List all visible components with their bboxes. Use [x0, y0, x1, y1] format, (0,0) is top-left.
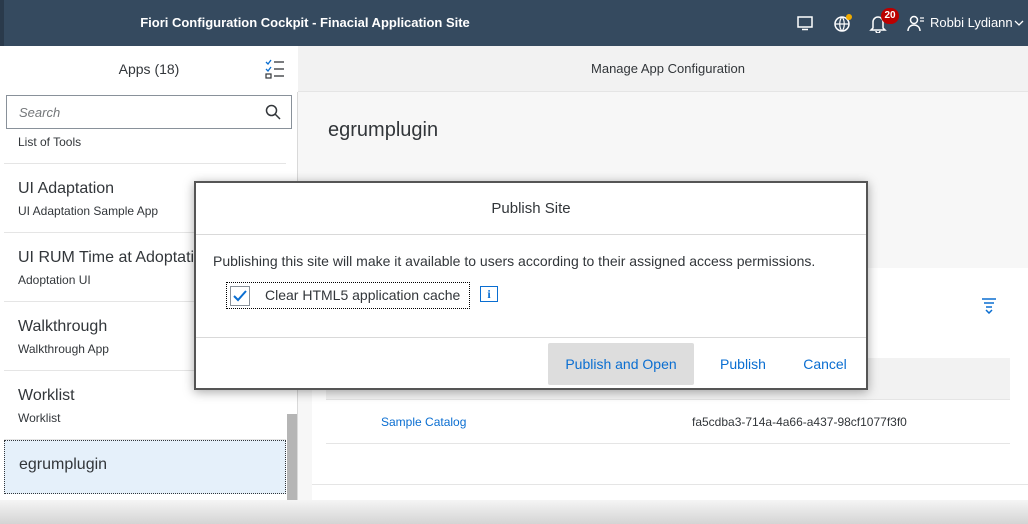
catalog-link[interactable]: Sample Catalog [381, 415, 466, 429]
info-icon[interactable]: i [480, 286, 498, 302]
chevron-down-icon[interactable] [1012, 13, 1026, 33]
list-item-subtitle: Adoptation UI [18, 273, 91, 287]
apps-title: Apps (18) [118, 61, 180, 77]
publish-site-dialog: Publish Site Publishing this site will m… [194, 181, 868, 390]
apps-header: Apps (18) [0, 46, 298, 92]
user-icon[interactable] [906, 13, 926, 33]
table-settings-icon[interactable] [980, 296, 998, 319]
notification-badge[interactable]: 20 [881, 8, 899, 24]
dialog-header: Publish Site [196, 183, 866, 235]
scrollbar[interactable] [287, 414, 297, 504]
list-item-title: UI Adaptation [18, 180, 115, 197]
list-item-subtitle: List of Tools [18, 135, 82, 149]
list-item-subtitle: UI Adaptation Sample App [18, 204, 159, 218]
globe-settings-icon[interactable] [833, 13, 853, 33]
publish-button[interactable]: Publish [708, 343, 778, 385]
divider [312, 484, 1028, 485]
table-row[interactable]: Sample Catalog fa5cdba3-714a-4a66-a437-9… [326, 400, 1010, 444]
dialog-footer: Publish and Open Publish Cancel [196, 337, 866, 388]
shell-bar: Fiori Configuration Cockpit - Finacial A… [0, 0, 1028, 46]
list-item-subtitle: Walkthrough App [18, 342, 109, 356]
list-item-title: egrumplugin [19, 456, 108, 473]
dialog-title: Publish Site [491, 200, 571, 217]
list-item-title: UI RUM Time at Adoptation [18, 249, 212, 266]
detail-header-title: Manage App Configuration [591, 61, 745, 76]
shell-title: Fiori Configuration Cockpit - Finacial A… [140, 15, 470, 30]
screen-icon[interactable] [795, 13, 815, 33]
publish-and-open-button[interactable]: Publish and Open [548, 343, 694, 385]
clear-cache-checkbox[interactable] [230, 286, 250, 306]
dialog-message: Publishing this site will make it availa… [213, 253, 816, 269]
list-item-title: Walkthrough [18, 318, 108, 335]
clear-cache-checkbox-row[interactable]: Clear HTML5 application cache [226, 282, 470, 309]
list-item-subtitle: Worklist [18, 411, 61, 425]
user-name[interactable]: Robbi Lydiann [930, 0, 1013, 46]
cancel-button[interactable]: Cancel [792, 343, 858, 385]
list-item[interactable]: List of Tools [4, 130, 286, 164]
object-title: egrumplugin [328, 119, 439, 141]
detail-header: Manage App Configuration [298, 46, 1028, 92]
clear-cache-label[interactable]: Clear HTML5 application cache [265, 287, 460, 303]
list-item-title: Worklist [18, 387, 75, 404]
search-field[interactable] [6, 95, 292, 129]
search-input[interactable] [7, 96, 247, 128]
list-item-selected[interactable]: egrumplugin [4, 440, 286, 494]
bottom-shadow [0, 500, 1028, 524]
catalog-id: fa5cdba3-714a-4a66-a437-98cf1077f3f0 [692, 415, 907, 429]
multiselect-list-icon[interactable] [264, 58, 286, 85]
search-icon[interactable] [265, 104, 281, 125]
